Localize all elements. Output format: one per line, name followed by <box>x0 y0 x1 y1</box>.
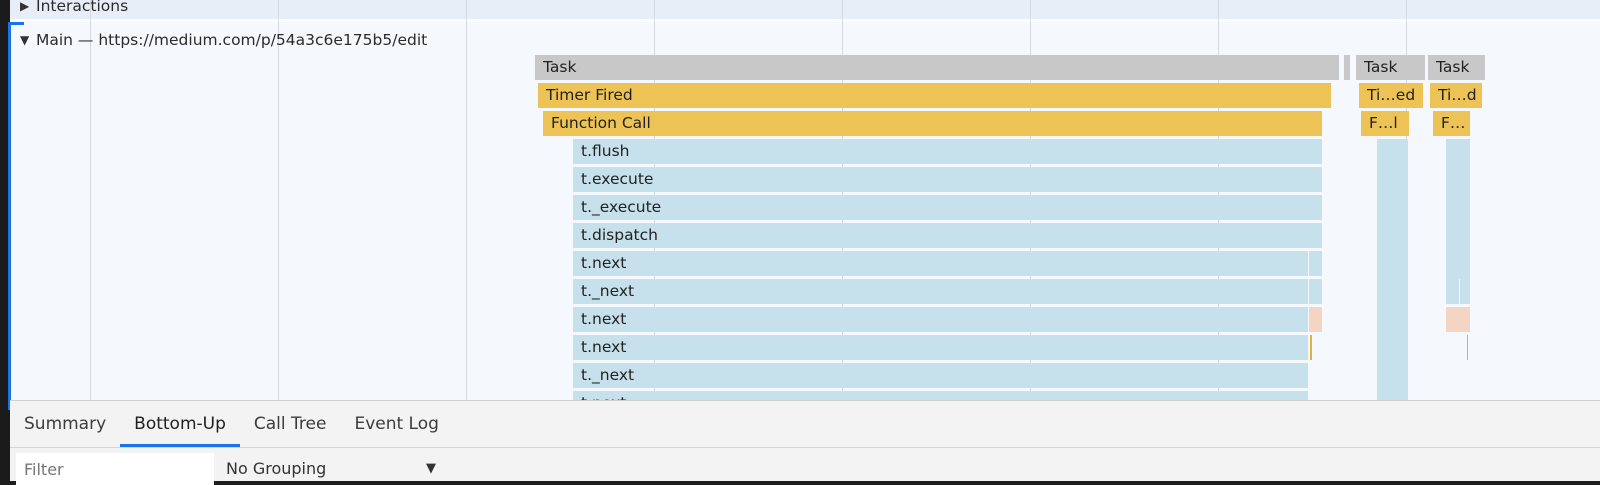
flame-function-call[interactable]: F… <box>1433 111 1470 136</box>
track-separator <box>10 19 1600 22</box>
timeline-flame-chart[interactable]: ▶ Interactions ▼ Main — https://medium.c… <box>10 0 1600 410</box>
flame-frame[interactable]: t._next <box>573 363 1308 388</box>
tabs-divider <box>10 447 1600 448</box>
time-gridline <box>278 0 279 410</box>
flame-timer-fired[interactable]: Timer Fired <box>538 83 1331 108</box>
flame-frame-small[interactable] <box>1309 279 1322 304</box>
interactions-track-header[interactable]: ▶ Interactions <box>20 0 128 15</box>
flame-frame[interactable]: t.next <box>573 251 1308 276</box>
tab-bottom-up[interactable]: Bottom-Up <box>120 401 240 447</box>
flame-gc-frame[interactable] <box>1309 307 1322 332</box>
chevron-down-icon[interactable]: ▼ <box>426 453 436 485</box>
flame-frame-column[interactable] <box>1446 139 1470 279</box>
track-accent-top <box>8 22 24 25</box>
flame-frame[interactable]: t.dispatch <box>573 223 1322 248</box>
flame-task[interactable]: Task <box>1356 55 1425 80</box>
time-gridline <box>466 0 467 410</box>
flame-task[interactable]: Task <box>535 55 1339 80</box>
track-accent <box>8 22 11 410</box>
tab-summary[interactable]: Summary <box>10 401 120 447</box>
flame-timer-fired[interactable]: Ti…d <box>1430 83 1482 108</box>
flame-timer-fired[interactable]: Ti…ed <box>1359 83 1423 108</box>
flame-frame[interactable]: t.next <box>573 307 1308 332</box>
flame-function-call[interactable]: F…l <box>1361 111 1409 136</box>
flame-thin-call <box>1467 335 1468 360</box>
tab-call-tree[interactable]: Call Tree <box>240 401 341 447</box>
flame-frame[interactable]: t.flush <box>573 139 1322 164</box>
flame-frame[interactable]: t.next <box>573 335 1308 360</box>
flame-frame[interactable]: t.execute <box>573 167 1322 192</box>
flame-frame-column[interactable] <box>1377 139 1408 410</box>
expand-arrow-icon[interactable]: ▶ <box>20 0 36 13</box>
flame-task[interactable]: Task <box>1428 55 1485 80</box>
flame-thin-call <box>1310 335 1312 360</box>
interactions-track-label: Interactions <box>36 0 129 15</box>
flame-frame-small[interactable] <box>1309 251 1322 276</box>
flame-task-small[interactable] <box>1344 55 1350 80</box>
flame-frame[interactable]: t._next <box>573 279 1308 304</box>
interactions-track[interactable] <box>10 0 1600 19</box>
flame-frame-small[interactable] <box>1460 279 1470 304</box>
flame-gc-frame[interactable] <box>1446 307 1470 332</box>
time-gridline <box>90 0 91 410</box>
flame-frame[interactable]: t._execute <box>573 195 1322 220</box>
filter-input[interactable] <box>16 453 214 485</box>
flame-function-call[interactable]: Function Call <box>543 111 1322 136</box>
details-panel: Summary Bottom-Up Call Tree Event Log No… <box>10 400 1600 485</box>
flame-frame-small[interactable] <box>1446 279 1459 304</box>
main-track-label: Main — https://medium.com/p/54a3c6e175b5… <box>36 31 428 49</box>
tab-event-log[interactable]: Event Log <box>340 401 452 447</box>
collapse-arrow-icon[interactable]: ▼ <box>20 33 36 47</box>
grouping-select[interactable]: No Grouping <box>226 453 326 485</box>
details-tabs: Summary Bottom-Up Call Tree Event Log <box>10 401 453 447</box>
main-track-header[interactable]: ▼ Main — https://medium.com/p/54a3c6e175… <box>20 31 427 49</box>
